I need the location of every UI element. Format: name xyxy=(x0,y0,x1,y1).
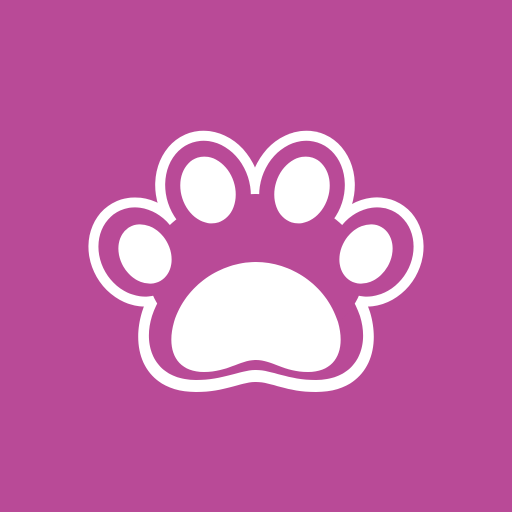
app-icon-tile xyxy=(0,0,512,512)
paw-icon xyxy=(88,130,424,392)
